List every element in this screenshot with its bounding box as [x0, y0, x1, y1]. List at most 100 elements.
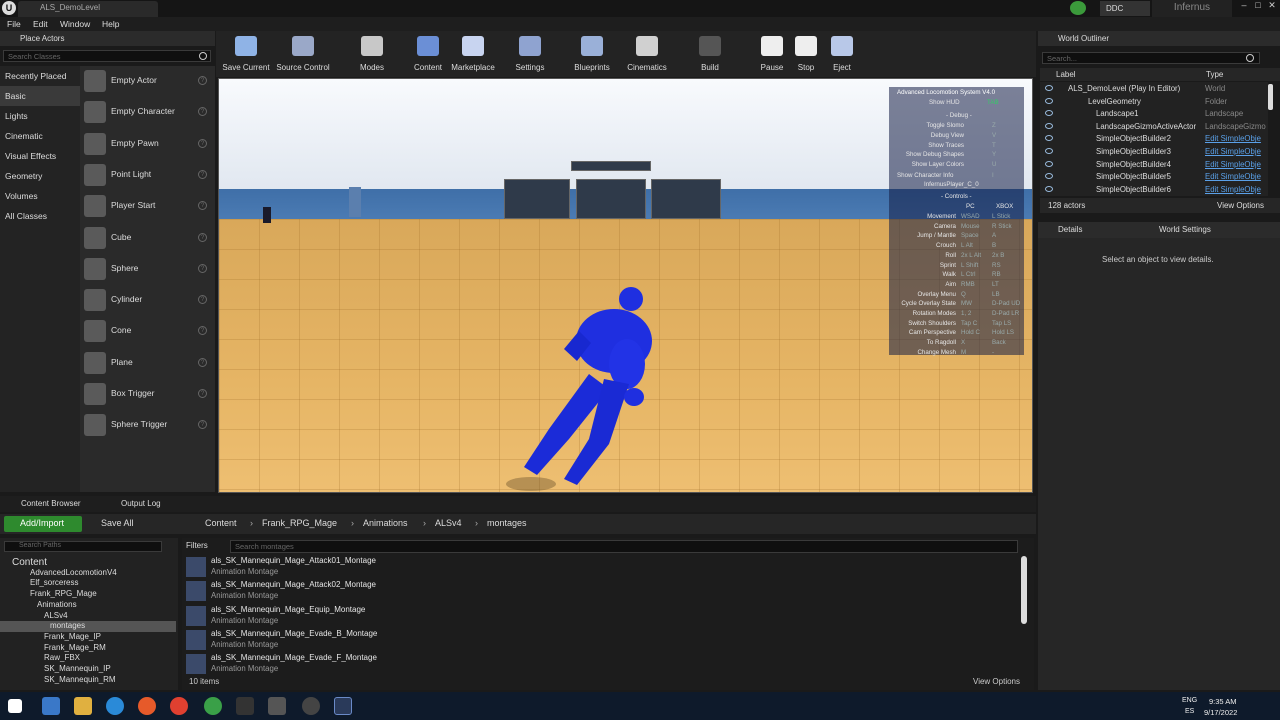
menu-help[interactable]: Help — [102, 17, 119, 31]
column-label[interactable]: Label — [1056, 70, 1076, 79]
breadcrumb-item[interactable]: ALSv4 — [435, 518, 462, 528]
path-tree-item[interactable]: Frank_RPG_Mage — [0, 589, 176, 600]
path-tree-item[interactable]: SK_Mannequin_IP — [0, 664, 176, 675]
outliner-row[interactable]: Landscape1 Landscape — [1040, 108, 1268, 121]
outliner-row-type[interactable]: Edit SimpleObje — [1205, 160, 1261, 169]
actor-box-trigger[interactable]: Box Trigger? — [80, 379, 215, 409]
outliner-row[interactable]: SimpleObjectBuilder5 Edit SimpleObje — [1040, 171, 1268, 184]
help-icon[interactable]: ? — [198, 232, 207, 242]
path-tree-item[interactable]: Content — [0, 557, 176, 568]
outliner-scrollbar[interactable] — [1268, 84, 1273, 110]
actor-plane[interactable]: Plane? — [80, 348, 215, 378]
outliner-row-type[interactable]: Edit SimpleObje — [1205, 147, 1261, 156]
firefox-icon[interactable] — [138, 697, 156, 715]
path-tree-item[interactable]: Raw_FBX — [0, 653, 176, 664]
category-all-classes[interactable]: All Classes — [0, 206, 80, 226]
path-tree-item[interactable]: Frank_Mage_IP — [0, 632, 176, 643]
breadcrumb-item[interactable]: Animations — [363, 518, 408, 528]
category-lights[interactable]: Lights — [0, 106, 80, 126]
outliner-row[interactable]: SimpleObjectBuilder4 Edit SimpleObje — [1040, 159, 1268, 172]
path-tree-item[interactable]: Animations — [0, 600, 176, 611]
actor-empty-pawn[interactable]: Empty Pawn? — [80, 129, 215, 159]
column-type[interactable]: Type — [1206, 70, 1223, 79]
category-recently-placed[interactable]: Recently Placed — [0, 66, 80, 86]
task-view-icon[interactable] — [42, 697, 60, 715]
app-dark-icon[interactable] — [236, 697, 254, 715]
breadcrumb-item[interactable]: Content — [205, 518, 237, 528]
visibility-eye-icon[interactable] — [1045, 97, 1053, 104]
outliner-row[interactable]: LandscapeGizmoActiveActor LandscapeGizmo — [1040, 121, 1268, 134]
windows-start-icon[interactable] — [8, 699, 22, 713]
visibility-eye-icon[interactable] — [1045, 135, 1053, 142]
content-browser-tab[interactable]: Content Browser — [21, 499, 81, 508]
toolbar-settings-button[interactable]: Settings — [500, 34, 560, 74]
path-tree-item[interactable]: SK_Mannequin_RM — [0, 675, 176, 686]
help-icon[interactable]: ? — [198, 201, 207, 211]
outliner-row[interactable]: LevelGeometry Folder — [1040, 96, 1268, 109]
visibility-eye-icon[interactable] — [1045, 148, 1053, 154]
path-tree-item[interactable]: Frank_Mage_RM — [0, 643, 176, 654]
clock-date[interactable]: 9/17/2022 — [1204, 708, 1237, 717]
asset-scrollbar[interactable] — [1021, 556, 1027, 624]
outliner-search-input[interactable]: Search... — [1042, 52, 1260, 64]
menu-edit[interactable]: Edit — [33, 17, 48, 31]
toolbar-eject-button[interactable]: Eject — [812, 34, 872, 74]
content-view-options[interactable]: View Options — [973, 677, 1020, 686]
actor-point-light[interactable]: Point Light? — [80, 160, 215, 190]
outliner-row-type[interactable]: Edit SimpleObje — [1205, 134, 1261, 143]
breadcrumb-item[interactable]: montages — [487, 518, 527, 528]
category-visual-effects[interactable]: Visual Effects — [0, 146, 80, 166]
toolbar-build-button[interactable]: Build — [680, 34, 740, 74]
menu-window[interactable]: Window — [60, 17, 90, 31]
outliner-view-options[interactable]: View Options — [1217, 201, 1264, 210]
asset-item[interactable]: als_SK_Mannequin_Mage_Evade_B_Montage Ani… — [184, 628, 1014, 652]
close-button[interactable]: ✕ — [1264, 0, 1280, 14]
region-label[interactable]: ES — [1185, 708, 1194, 715]
asset-item[interactable]: als_SK_Mannequin_Mage_Equip_Montage Anima… — [184, 604, 1014, 628]
toolbar-blueprints-button[interactable]: Blueprints — [562, 34, 622, 74]
actor-empty-character[interactable]: Empty Character? — [80, 97, 215, 127]
source-control-status-icon[interactable] — [1070, 1, 1086, 15]
actor-empty-actor[interactable]: Empty Actor? — [80, 66, 215, 96]
category-volumes[interactable]: Volumes — [0, 186, 80, 206]
search-classes-input[interactable]: Search Classes — [3, 50, 211, 62]
search-paths-input[interactable]: Search Paths — [4, 541, 162, 552]
world-outliner-tab[interactable]: World Outliner — [1038, 31, 1280, 46]
actor-player-start[interactable]: Player Start? — [80, 191, 215, 221]
path-tree-item[interactable]: Elf_sorceress — [0, 578, 176, 589]
app-cube-icon[interactable] — [268, 697, 286, 715]
language-label[interactable]: ENG — [1182, 697, 1197, 704]
toolbar-save-current-button[interactable]: Save Current — [216, 34, 276, 74]
help-icon[interactable]: ? — [198, 295, 207, 305]
help-icon[interactable]: ? — [198, 76, 207, 85]
category-geometry[interactable]: Geometry — [0, 166, 80, 186]
toolbar-cinematics-button[interactable]: Cinematics — [617, 34, 677, 74]
app-green-icon[interactable] — [204, 697, 222, 715]
clock-time[interactable]: 9:35 AM — [1209, 697, 1237, 706]
place-actors-tab[interactable]: Place Actors — [0, 31, 215, 46]
breadcrumb-item[interactable]: Frank_RPG_Mage — [262, 518, 337, 528]
search-montages-input[interactable]: Search montages — [230, 540, 1018, 553]
level-viewport[interactable]: Advanced Locomotion System V4.0 Show HUD T… — [218, 78, 1033, 493]
unity-icon[interactable] — [302, 697, 320, 715]
asset-item[interactable]: als_SK_Mannequin_Mage_Attack02_Montage An… — [184, 579, 1014, 603]
output-log-tab[interactable]: Output Log — [121, 499, 161, 508]
file-explorer-icon[interactable] — [74, 697, 92, 715]
chrome-icon[interactable] — [170, 697, 188, 715]
help-icon[interactable]: ? — [198, 138, 207, 148]
level-tab[interactable]: ALS_DemoLevel — [18, 1, 158, 17]
outliner-row-type[interactable]: Edit SimpleObje — [1205, 185, 1261, 194]
edge-icon[interactable] — [106, 697, 124, 715]
help-icon[interactable]: ? — [198, 263, 207, 273]
visibility-eye-icon[interactable] — [1045, 122, 1053, 129]
outliner-row[interactable]: SimpleObjectBuilder6 Edit SimpleObje — [1040, 184, 1268, 197]
ddc-button[interactable]: DDC — [1100, 1, 1150, 16]
category-basic[interactable]: Basic — [0, 86, 80, 106]
actor-sphere-trigger[interactable]: Sphere Trigger? — [80, 410, 215, 440]
actor-cube[interactable]: Cube? — [80, 223, 215, 253]
asset-item[interactable]: als_SK_Mannequin_Mage_Evade_F_Montage Ani… — [184, 652, 1014, 676]
outliner-row[interactable]: SimpleObjectBuilder2 Edit SimpleObje — [1040, 133, 1268, 146]
visibility-eye-icon[interactable] — [1045, 85, 1053, 91]
asset-item[interactable]: als_SK_Mannequin_Mage_Attack01_Montage An… — [184, 555, 1014, 579]
world-settings-tab[interactable]: World Settings — [1159, 225, 1211, 234]
